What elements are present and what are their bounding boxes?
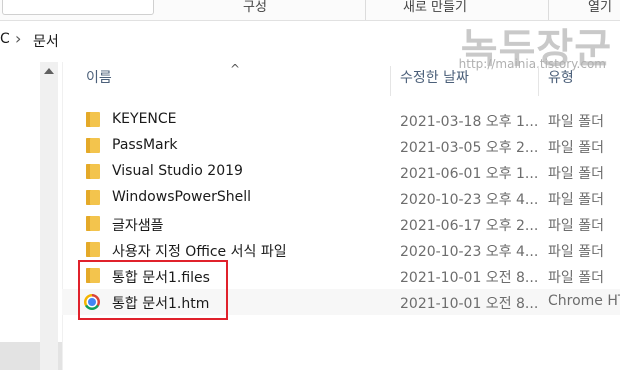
scroll-up-arrow-icon[interactable] [44, 68, 54, 74]
watermark-url: http://mainia.tistory.com [458, 57, 606, 71]
breadcrumb-current[interactable]: 문서 [33, 31, 59, 51]
file-name: WindowsPowerShell [112, 189, 251, 205]
ribbon-group-new[interactable]: 새로 만들기 [403, 0, 467, 15]
file-name: PassMark [112, 137, 178, 153]
breadcrumb-prev[interactable]: C [0, 31, 10, 47]
column-divider[interactable] [390, 66, 391, 96]
file-date: 2021-03-05 오후 2... [400, 140, 539, 156]
file-name: KEYENCE [112, 111, 177, 127]
file-name: 글자샘플 [112, 218, 164, 234]
file-type: 파일 폴더 [548, 114, 604, 130]
file-row[interactable]: Visual Studio 2019 2021-06-01 오후 1... 파일… [62, 159, 620, 185]
file-date: 2021-06-17 오후 2... [400, 218, 539, 234]
file-type: 파일 폴더 [548, 140, 604, 156]
chevron-right-icon[interactable]: › [15, 29, 21, 48]
ribbon-tab-edge [2, 0, 154, 15]
sort-ascending-icon: ^ [230, 62, 241, 76]
column-header-date[interactable]: 수정한 날짜 [400, 67, 469, 95]
file-row[interactable]: WindowsPowerShell 2020-10-23 오후 4... 파일 … [62, 185, 620, 211]
file-date: 2020-10-23 오후 4... [400, 192, 539, 208]
folder-icon [86, 164, 100, 179]
file-row[interactable]: KEYENCE 2021-03-18 오후 1... 파일 폴더 [62, 107, 620, 133]
column-header-name[interactable]: 이름 [86, 67, 112, 95]
column-divider[interactable] [538, 66, 539, 96]
column-header-type[interactable]: 유형 [548, 67, 574, 95]
file-name: 사용자 지정 Office 서식 파일 [112, 244, 287, 260]
file-type: Chrome HTML [548, 293, 620, 309]
folder-icon [86, 242, 100, 257]
file-date: 2021-03-18 오후 1... [400, 114, 539, 130]
file-type: 파일 폴더 [548, 218, 604, 234]
file-row[interactable]: 글자샘플 2021-06-17 오후 2... 파일 폴더 [62, 211, 620, 237]
file-date: 2021-10-01 오전 8... [400, 270, 539, 286]
navigation-scrollbar[interactable] [40, 62, 58, 370]
file-name: Visual Studio 2019 [112, 163, 243, 179]
file-type: 파일 폴더 [548, 166, 604, 182]
file-type: 파일 폴더 [548, 192, 604, 208]
ribbon-divider [365, 0, 366, 20]
file-date: 2021-10-01 오전 8... [400, 296, 539, 312]
file-type: 파일 폴더 [548, 244, 604, 260]
highlight-box [78, 260, 228, 320]
ribbon-group-organize[interactable]: 구성 [243, 0, 267, 15]
ribbon-group-open[interactable]: 열기 [588, 0, 612, 15]
folder-icon [86, 190, 100, 205]
folder-icon [86, 216, 100, 231]
file-row[interactable]: PassMark 2021-03-05 오후 2... 파일 폴더 [62, 133, 620, 159]
file-date: 2021-06-01 오후 1... [400, 166, 539, 182]
folder-icon [86, 138, 100, 153]
folder-icon [86, 112, 100, 127]
file-type: 파일 폴더 [548, 270, 604, 286]
file-date: 2020-10-23 오후 4... [400, 244, 539, 260]
